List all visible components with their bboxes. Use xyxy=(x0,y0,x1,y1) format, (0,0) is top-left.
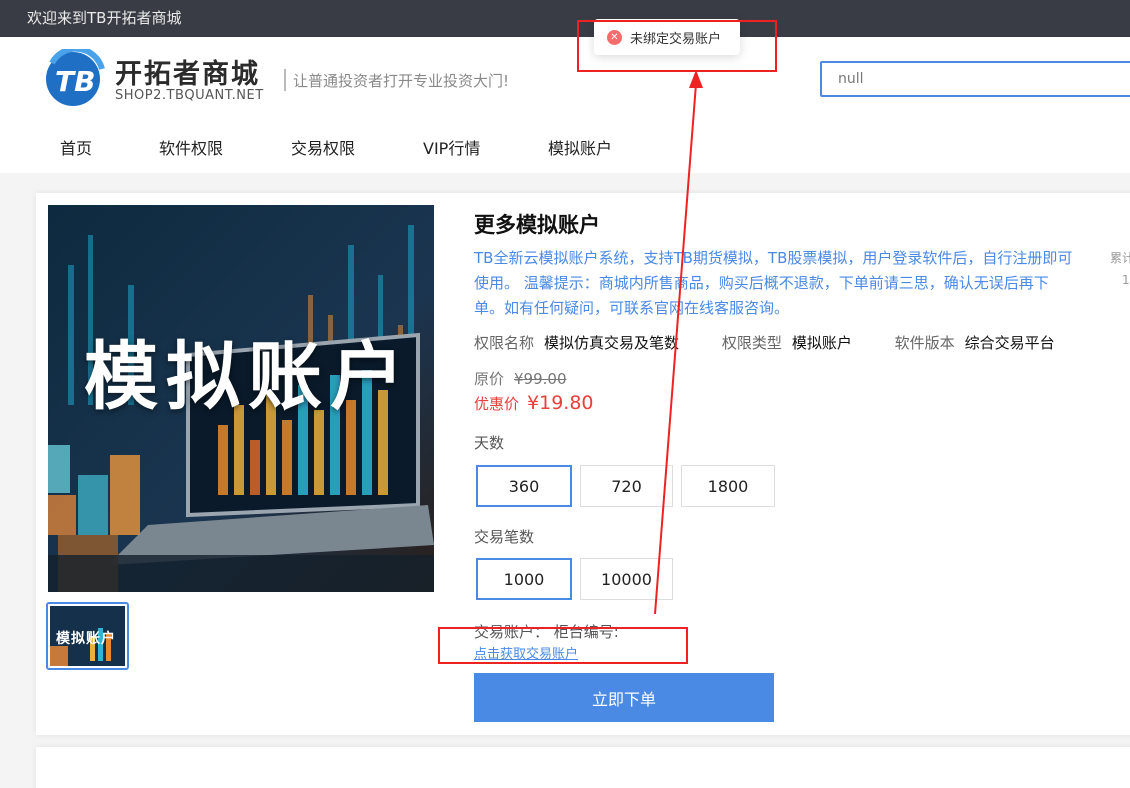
days-option-1800[interactable]: 1800 xyxy=(681,465,775,507)
attr-label-type: 权限类型 xyxy=(721,334,782,352)
sale-price-label: 优惠价 xyxy=(474,395,520,413)
original-price: 原价 ¥99.00 xyxy=(474,368,567,389)
topbar: 欢迎来到TB开拓者商城 xyxy=(0,0,1130,37)
logo-url: SHOP2.TBQUANT.NET xyxy=(115,88,264,103)
header: TB 开拓者商城 SHOP2.TBQUANT.NET 让普通投资者打开专业投资大… xyxy=(0,37,1130,173)
nav-item-vip[interactable]: VIP行情 xyxy=(423,135,480,159)
details-card xyxy=(36,747,1130,788)
days-label: 天数 xyxy=(474,434,505,452)
days-option-720[interactable]: 720 xyxy=(580,465,673,507)
nav-item-software[interactable]: 软件权限 xyxy=(159,135,223,159)
logo-icon[interactable]: TB xyxy=(44,45,106,107)
search-input[interactable] xyxy=(820,61,1130,97)
product-title: 更多模拟账户 xyxy=(474,213,600,237)
sales-count-label: 累计 xyxy=(1110,251,1130,265)
original-price-value: ¥99.00 xyxy=(514,370,567,388)
sale-price-value: ¥19.80 xyxy=(527,392,594,414)
svg-text:TB: TB xyxy=(55,65,95,98)
sale-price: 优惠价 ¥19.80 xyxy=(474,392,594,414)
welcome-text: 欢迎来到TB开拓者商城 xyxy=(27,9,182,27)
original-price-label: 原价 xyxy=(474,370,505,388)
sales-count-value: 1 xyxy=(1122,273,1130,287)
trades-option-1000[interactable]: 1000 xyxy=(476,558,572,600)
attr-value-version: 综合交易平台 xyxy=(964,334,1055,352)
product-description: TB全新云模拟账户系统，支持TB期货模拟，TB股票模拟，用户登录软件后，自行注册… xyxy=(474,249,1073,317)
logo-name: 开拓者商城 xyxy=(115,59,260,90)
nav-item-home[interactable]: 首页 xyxy=(60,135,92,159)
attribute-row: 权限名称 模拟仿真交易及笔数 权限类型 模拟账户 软件版本 综合交易平台 xyxy=(474,332,1093,353)
trades-option-10000[interactable]: 10000 xyxy=(580,558,673,600)
thumbnail-text: 模拟账户 xyxy=(56,631,116,647)
attr-value-name: 模拟仿真交易及笔数 xyxy=(544,334,680,352)
attr-label-name: 权限名称 xyxy=(474,334,535,352)
attr-label-version: 软件版本 xyxy=(894,334,955,352)
days-option-360[interactable]: 360 xyxy=(476,465,572,507)
slogan-divider xyxy=(284,69,286,91)
annotation-box-account xyxy=(438,627,688,664)
nav-item-trading[interactable]: 交易权限 xyxy=(291,135,355,159)
product-thumbnail[interactable]: 模拟账户 xyxy=(46,602,129,670)
product-image-text: 模拟账户 xyxy=(84,334,412,420)
nav-item-sim-account[interactable]: 模拟账户 xyxy=(548,135,612,159)
slogan: 让普通投资者打开专业投资大门! xyxy=(293,72,510,90)
annotation-box-toast xyxy=(577,20,777,72)
attr-value-type: 模拟账户 xyxy=(791,334,852,352)
order-button[interactable]: 立即下单 xyxy=(474,673,774,722)
trades-label: 交易笔数 xyxy=(474,528,535,546)
product-image: 模拟账户 xyxy=(48,205,434,592)
sales-count: 累计 1 xyxy=(1110,247,1130,291)
